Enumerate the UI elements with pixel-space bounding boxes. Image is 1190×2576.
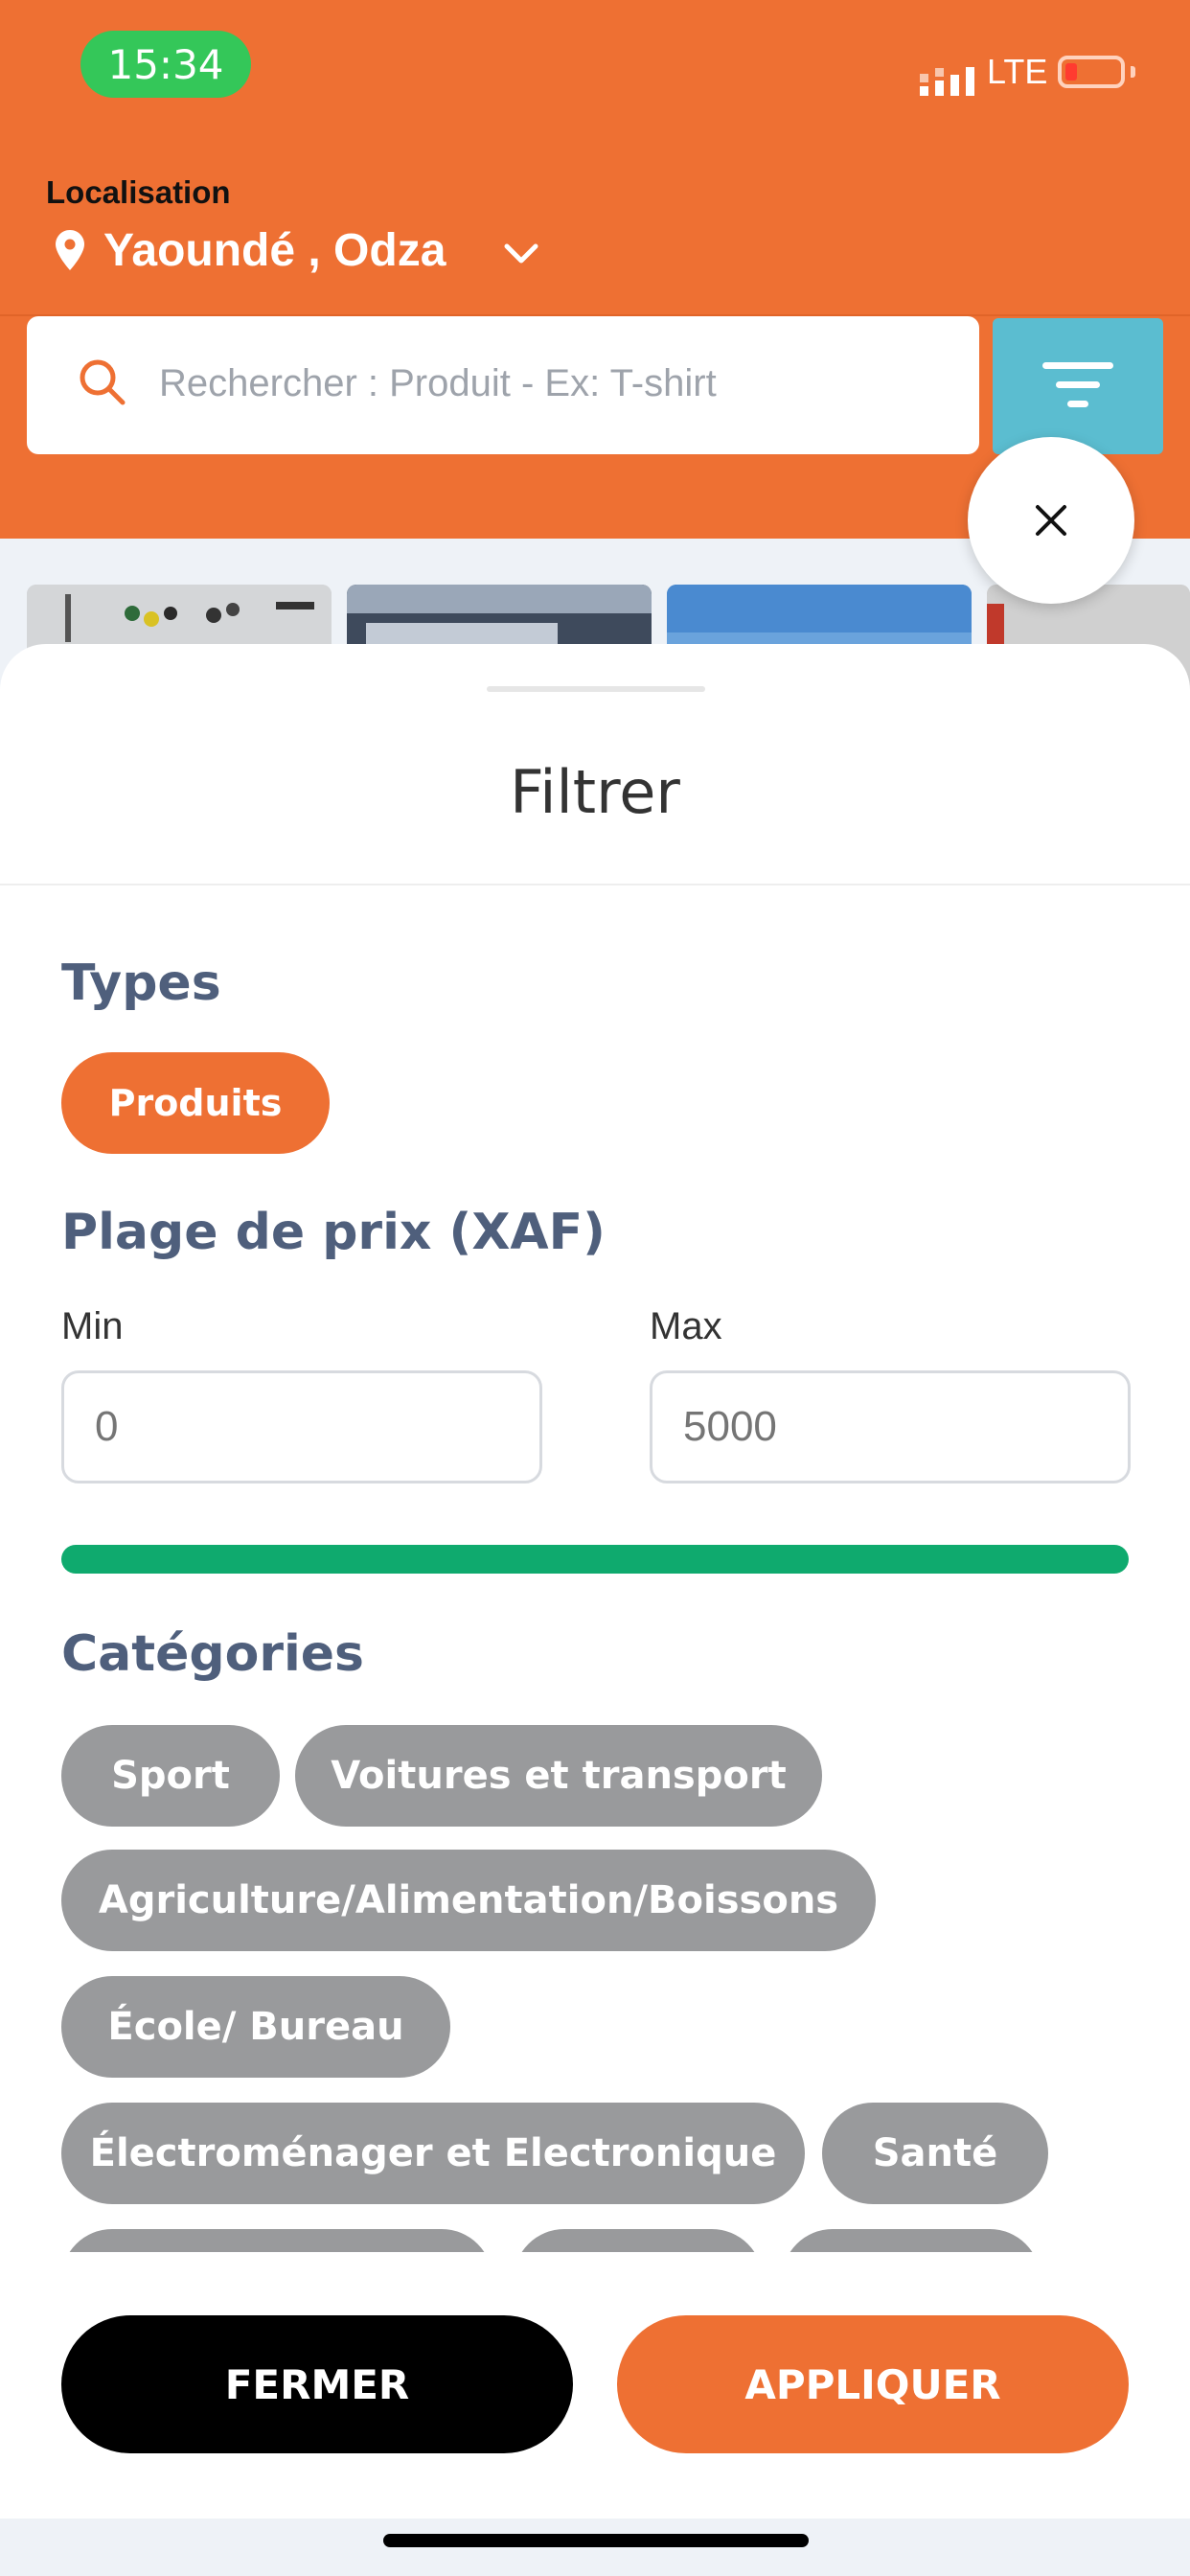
types-heading: Types xyxy=(61,954,221,1012)
filter-button[interactable] xyxy=(993,318,1163,454)
max-price-input[interactable] xyxy=(650,1370,1131,1484)
category-chip[interactable] xyxy=(514,2229,763,2252)
map-pin-icon xyxy=(56,230,84,270)
sheet-grabber[interactable] xyxy=(487,686,705,692)
bottom-safe-area xyxy=(0,2518,1190,2576)
max-label: Max xyxy=(650,1305,722,1347)
search-input[interactable]: Rechercher : Produit - Ex: T-shirt xyxy=(159,362,717,405)
sheet-title: Filtrer xyxy=(510,757,680,827)
network-label: LTE xyxy=(987,52,1048,91)
search-icon xyxy=(80,359,126,405)
apply-button[interactable]: APPLIQUER xyxy=(617,2315,1129,2453)
category-chip[interactable] xyxy=(61,2229,492,2252)
categories-heading: Catégories xyxy=(61,1625,365,1683)
battery-level xyxy=(1065,63,1077,80)
location-label: Localisation xyxy=(46,174,231,210)
chevron-down-icon[interactable] xyxy=(502,238,540,270)
category-chip-sante[interactable]: Santé xyxy=(822,2103,1048,2204)
category-chip-electromenager[interactable]: Électroménager et Electronique xyxy=(61,2103,805,2204)
signal-icon xyxy=(920,67,974,96)
category-chip[interactable] xyxy=(782,2229,1041,2252)
close-icon xyxy=(1036,505,1066,536)
location-value[interactable]: Yaoundé , Odza xyxy=(103,224,446,277)
category-chip-ecole[interactable]: École/ Bureau xyxy=(61,1976,450,2078)
category-chip-sport[interactable]: Sport xyxy=(61,1725,280,1827)
search-bar[interactable]: Rechercher : Produit - Ex: T-shirt xyxy=(27,316,979,454)
category-chip-list: Sport Voitures et transport Agriculture/… xyxy=(0,1715,1190,2252)
sheet-divider xyxy=(0,884,1190,886)
min-label: Min xyxy=(61,1305,124,1347)
min-price-input[interactable] xyxy=(61,1370,542,1484)
home-indicator[interactable] xyxy=(383,2534,809,2547)
type-chip-produits[interactable]: Produits xyxy=(61,1052,330,1154)
battery-tip xyxy=(1131,66,1135,78)
close-sheet-button[interactable] xyxy=(968,437,1134,604)
price-range-heading: Plage de prix (XAF) xyxy=(61,1204,606,1261)
status-time: 15:34 xyxy=(80,31,251,98)
category-chip-agriculture[interactable]: Agriculture/Alimentation/Boissons xyxy=(61,1850,876,1951)
price-range-slider[interactable] xyxy=(61,1545,1129,1574)
category-chip-voitures[interactable]: Voitures et transport xyxy=(295,1725,822,1827)
close-button[interactable]: FERMER xyxy=(61,2315,573,2453)
filter-icon xyxy=(1042,362,1113,407)
battery-icon xyxy=(1058,56,1125,88)
